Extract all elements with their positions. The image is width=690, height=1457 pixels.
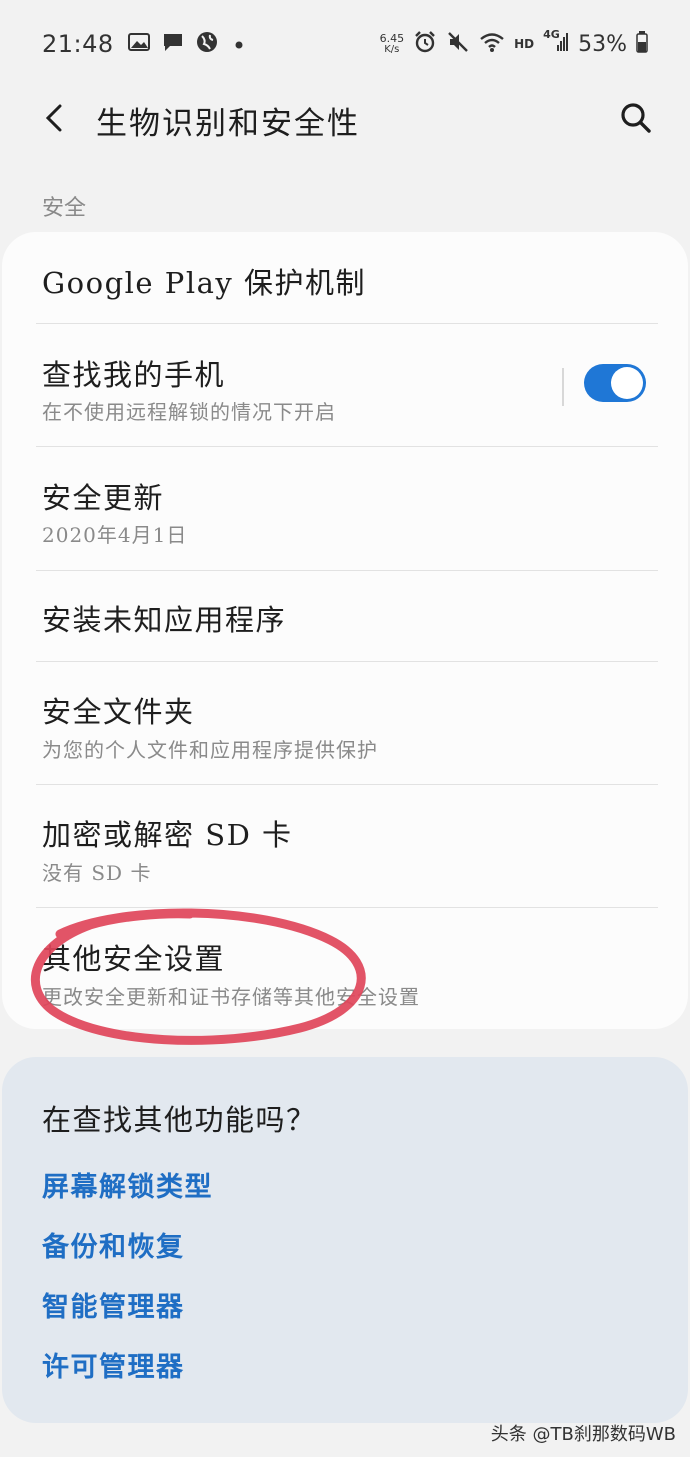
mute-icon: [446, 30, 470, 58]
back-button[interactable]: [30, 96, 78, 144]
more-title: 在查找其他功能吗？: [42, 1103, 317, 1137]
notification-dot-icon: [230, 35, 248, 54]
page-title: 生物识别和安全性: [96, 106, 360, 142]
search-icon: [620, 102, 652, 138]
setting-secure-folder[interactable]: 安全文件夹 为您的个人文件和应用程序提供保护: [2, 662, 688, 784]
setting-title: Google Play 保护机制: [42, 266, 366, 300]
setting-subtitle: 在不使用远程解锁的情况下开启: [42, 400, 336, 424]
app-bar: 生物识别和安全性: [0, 88, 690, 150]
setting-other-security-settings[interactable]: 其他安全设置 更改安全更新和证书存储等其他安全设置: [2, 908, 688, 1029]
find-my-mobile-toggle[interactable]: [584, 364, 646, 402]
setting-subtitle: 没有 SD 卡: [42, 861, 152, 885]
link-smart-manager[interactable]: 智能管理器: [42, 1285, 185, 1324]
setting-title: 其他安全设置: [42, 942, 226, 976]
link-screen-lock-type[interactable]: 屏幕解锁类型: [42, 1165, 213, 1204]
setting-subtitle: 2020年4月1日: [42, 523, 188, 547]
battery-icon: [636, 31, 648, 57]
network-speed: 6.45 K/s: [379, 32, 405, 55]
setting-encrypt-sd-card[interactable]: 加密或解密 SD 卡 没有 SD 卡: [2, 785, 688, 907]
section-header-security: 安全: [42, 196, 87, 221]
security-settings-card: Google Play 保护机制 查找我的手机 在不使用远程解锁的情况下开启 安…: [2, 232, 688, 1029]
setting-title: 安全文件夹: [42, 695, 195, 729]
browser-icon: [196, 31, 218, 57]
search-button[interactable]: [612, 96, 660, 144]
setting-google-play-protect[interactable]: Google Play 保护机制: [2, 232, 688, 324]
watermark: 头条 @TB刹那数码WB: [490, 1424, 676, 1445]
setting-title: 安装未知应用程序: [42, 603, 287, 637]
setting-security-update[interactable]: 安全更新 2020年4月1日: [2, 447, 688, 570]
toggle-knob: [611, 367, 643, 399]
toggle-separator: [562, 368, 564, 406]
link-backup-restore[interactable]: 备份和恢复: [42, 1225, 185, 1264]
back-arrow-icon: [42, 103, 66, 137]
link-permission-manager[interactable]: 许可管理器: [42, 1345, 185, 1384]
setting-title: 查找我的手机: [42, 358, 226, 392]
setting-title: 加密或解密 SD 卡: [42, 818, 293, 852]
gallery-icon: [127, 32, 150, 56]
message-icon: [162, 31, 184, 57]
wifi-icon: [479, 31, 505, 57]
setting-subtitle: 更改安全更新和证书存储等其他安全设置: [42, 985, 420, 1009]
setting-install-unknown-apps[interactable]: 安装未知应用程序: [2, 571, 688, 661]
hd-indicator: HD: [514, 37, 535, 51]
alarm-icon: [413, 30, 437, 58]
status-bar: 21:48 6.45 K/s HD 4G 53%: [0, 0, 690, 88]
status-time: 21:48: [42, 30, 114, 58]
signal-icon: 4G: [543, 28, 569, 57]
setting-subtitle: 为您的个人文件和应用程序提供保护: [42, 738, 378, 762]
looking-for-something-else-card: 在查找其他功能吗？ 屏幕解锁类型 备份和恢复 智能管理器 许可管理器: [2, 1057, 688, 1423]
battery-percent: 53%: [578, 31, 627, 57]
setting-title: 安全更新: [42, 481, 165, 515]
